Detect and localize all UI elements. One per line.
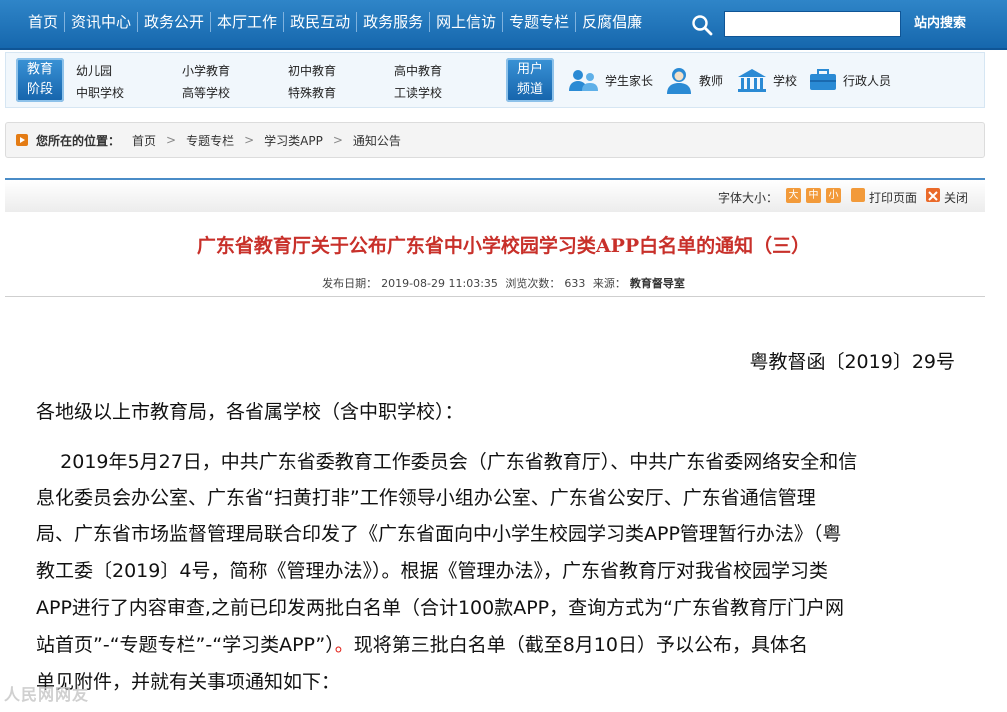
nav-link-dept-work[interactable]: 本厅工作 <box>211 12 285 32</box>
parents-icon <box>569 70 598 91</box>
edu-item-vocational[interactable]: 中职学校 <box>76 84 124 101</box>
body-line-7: 单见附件，并就有关事项通知如下： <box>36 671 341 693</box>
category-bar: 教育 阶段 幼儿园 小学教育 初中教育 高中教育 中职学校 高等学校 特殊教育 … <box>5 52 985 108</box>
user-item-teacher[interactable]: 教师 <box>664 65 723 95</box>
nav-link-interaction[interactable]: 政民互动 <box>284 12 358 32</box>
teacher-icon <box>667 68 691 94</box>
body-line-3: 局、广东省市场监督管理局联合印发了《广东省面向中小学生校园学习类APP管理暂行办… <box>36 523 842 545</box>
edu-item-higher[interactable]: 高等学校 <box>182 84 230 101</box>
breadcrumb-topics[interactable]: 专题专栏 <box>186 132 234 149</box>
nav-link-services[interactable]: 政务服务 <box>357 12 431 32</box>
font-size-label: 字体大小： <box>718 191 779 205</box>
views-count: 633 <box>564 277 586 290</box>
user-tag-line1: 用户 <box>516 62 543 77</box>
user-item-label: 学校 <box>773 73 798 88</box>
edu-item-senior[interactable]: 高中教育 <box>394 62 442 79</box>
site-search-button[interactable]: 站内搜索 <box>905 11 975 37</box>
nav-link-home[interactable]: 首页 <box>28 12 66 32</box>
source-label: 来源： <box>592 277 626 290</box>
article-tools-bar: 字体大小： 大 中 小 打印页面 关闭 <box>5 178 985 212</box>
body-line-6b: 现将第三批白名单（截至8月10日）予以公布，具体名 <box>353 634 808 656</box>
search-icon[interactable] <box>690 13 714 37</box>
close-page-button[interactable]: 关闭 <box>944 189 968 206</box>
source-dept: 教育督导室 <box>629 277 685 290</box>
nav-link-gov-affairs[interactable]: 政务公开 <box>138 12 212 32</box>
user-item-school[interactable]: 学校 <box>736 65 797 95</box>
search-input[interactable] <box>724 11 901 37</box>
publish-label: 发布日期： <box>322 277 378 290</box>
play-bullet-icon <box>16 134 28 146</box>
body-line-2: 息化委员会办公室、广东省“扫黄打非”工作领导小组办公室、广东省公安厅、广东省通信… <box>36 487 816 509</box>
edu-item-special[interactable]: 特殊教育 <box>288 84 336 101</box>
body-line-1: 2019年5月27日，中共广东省委教育工作委员会（广东省教育厅）、中共广东省委网… <box>36 451 858 473</box>
breadcrumb-notices[interactable]: 通知公告 <box>353 132 401 149</box>
breadcrumb-home[interactable]: 首页 <box>132 132 156 149</box>
nav-links: 首页 资讯中心 政务公开 本厅工作 政民互动 政务服务 网上信访 专题专栏 反腐… <box>28 12 648 32</box>
views-label: 浏览次数： <box>505 277 561 290</box>
article-title: 广东省教育厅关于公布广东省中小学校园学习类APP白名单的通知（三） <box>196 235 811 257</box>
chevron-right-icon: > <box>332 133 343 147</box>
user-item-label: 行政人员 <box>843 73 892 88</box>
font-size-medium-button[interactable]: 中 <box>806 188 821 203</box>
edu-tag-line1: 教育 <box>26 62 53 77</box>
school-icon <box>738 69 766 92</box>
body-line-6a: 站首页”-“专题专栏”-“学习类APP”） <box>36 634 335 656</box>
edu-item-reform[interactable]: 工读学校 <box>394 84 442 101</box>
body-line-5: APP进行了内容审查,之前已印发两批白名单（合计100款APP，查询方式为“广东… <box>36 597 844 619</box>
body-line-6: 站首页”-“专题专栏”-“学习类APP”）。现将第三批白名单（截至8月10日）予… <box>36 627 956 663</box>
user-item-label: 学生家长 <box>605 73 654 88</box>
nav-link-anticorruption[interactable]: 反腐倡廉 <box>576 12 648 32</box>
article-meta: 发布日期： 2019-08-29 11:03:35 浏览次数： 633 来源： 教育督… <box>0 275 1007 291</box>
breadcrumb-learning-app[interactable]: 学习类APP <box>264 132 323 149</box>
body-line-4: 教工委〔2019〕4号，简称《管理办法》）。根据《管理办法》，广东省教育厅对我省… <box>36 560 828 582</box>
edu-item-junior[interactable]: 初中教育 <box>288 62 336 79</box>
nav-link-topics[interactable]: 专题专栏 <box>503 12 577 32</box>
user-tag-line2: 频道 <box>516 82 543 97</box>
edu-stage-tag: 教育 阶段 <box>16 58 64 102</box>
document-number: 粤教督函〔2019〕29号 <box>749 351 955 373</box>
print-icon[interactable] <box>851 188 865 202</box>
chevron-right-icon: > <box>244 133 255 147</box>
user-item-admin[interactable]: 行政人员 <box>808 65 891 95</box>
close-icon[interactable] <box>926 188 940 202</box>
salutation: 各地级以上市教育局，各省属学校（含中职学校）： <box>36 401 464 423</box>
top-nav: 首页 资讯中心 政务公开 本厅工作 政民互动 政务服务 网上信访 专题专栏 反腐… <box>0 0 1007 50</box>
chevron-right-icon: > <box>166 133 177 147</box>
nav-link-news[interactable]: 资讯中心 <box>65 12 139 32</box>
divider <box>5 296 985 297</box>
user-item-parents[interactable]: 学生家长 <box>568 65 653 95</box>
nav-link-petition[interactable]: 网上信访 <box>430 12 504 32</box>
briefcase-icon <box>810 69 836 90</box>
publish-date: 2019-08-29 11:03:35 <box>381 277 498 290</box>
breadcrumb-lead: 您所在的位置： <box>36 133 121 148</box>
user-channel-tag: 用户 频道 <box>506 58 554 102</box>
edu-item-primary[interactable]: 小学教育 <box>182 62 230 79</box>
watermark: 人民网网友 <box>4 685 90 704</box>
font-size-small-button[interactable]: 小 <box>826 188 841 203</box>
edu-tag-line2: 阶段 <box>26 82 53 97</box>
edu-item-kindergarten[interactable]: 幼儿园 <box>76 62 112 79</box>
print-page-button[interactable]: 打印页面 <box>869 189 917 206</box>
red-period: 。 <box>334 634 354 656</box>
user-item-label: 教师 <box>699 73 724 88</box>
breadcrumb: 您所在的位置： 首页 > 专题专栏 > 学习类APP > 通知公告 <box>5 122 985 158</box>
font-size-large-button[interactable]: 大 <box>786 188 801 203</box>
